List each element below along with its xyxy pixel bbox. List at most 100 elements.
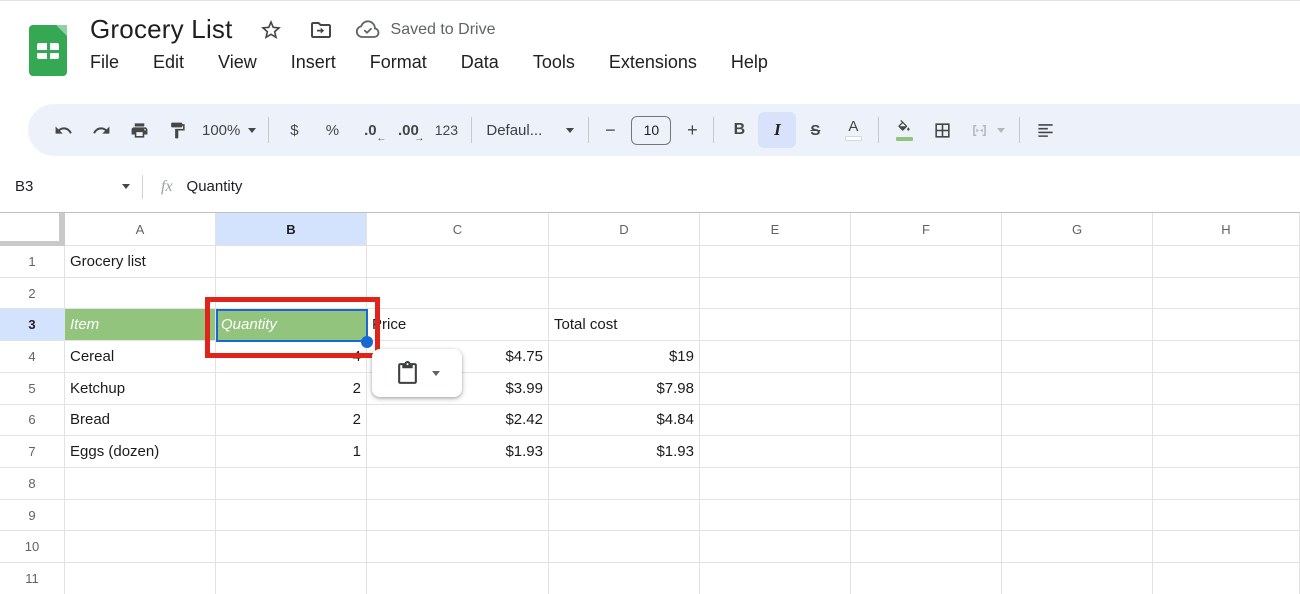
- cell-B2[interactable]: [216, 278, 367, 310]
- cell-E11[interactable]: [700, 563, 851, 594]
- fill-color-button[interactable]: [885, 112, 923, 148]
- strikethrough-button[interactable]: S: [796, 112, 834, 148]
- italic-button[interactable]: I: [758, 112, 796, 148]
- decrease-font-size-button[interactable]: −: [595, 112, 625, 148]
- increase-decimal-places-button[interactable]: .00 →: [389, 112, 427, 148]
- cell-F6[interactable]: [851, 405, 1002, 437]
- cell-D3[interactable]: Total cost: [549, 309, 700, 341]
- font-size-input[interactable]: 10: [631, 116, 671, 145]
- cell-B10[interactable]: [216, 531, 367, 563]
- name-box[interactable]: B3: [0, 178, 140, 195]
- cell-D7[interactable]: $1.93: [549, 436, 700, 468]
- cell-F4[interactable]: [851, 341, 1002, 373]
- cell-A7[interactable]: Eggs (dozen): [65, 436, 216, 468]
- cell-H5[interactable]: [1153, 373, 1300, 405]
- cell-C1[interactable]: [367, 246, 549, 278]
- formula-input[interactable]: Quantity: [187, 178, 1300, 195]
- row-header-10[interactable]: 10: [0, 531, 65, 563]
- cell-D11[interactable]: [549, 563, 700, 594]
- cell-B7[interactable]: 1: [216, 436, 367, 468]
- cell-C6[interactable]: $2.42: [367, 405, 549, 437]
- cell-G11[interactable]: [1002, 563, 1153, 594]
- menu-edit[interactable]: Edit: [140, 49, 197, 76]
- star-icon[interactable]: [259, 18, 283, 42]
- row-header-3[interactable]: 3: [0, 309, 65, 341]
- cell-D1[interactable]: [549, 246, 700, 278]
- cell-B1[interactable]: [216, 246, 367, 278]
- cell-B9[interactable]: [216, 500, 367, 532]
- column-header-E[interactable]: E: [700, 213, 851, 246]
- cell-F11[interactable]: [851, 563, 1002, 594]
- cell-H11[interactable]: [1153, 563, 1300, 594]
- format-percent-button[interactable]: %: [313, 112, 351, 148]
- cell-F3[interactable]: [851, 309, 1002, 341]
- horizontal-align-button[interactable]: [1026, 112, 1064, 148]
- redo-button[interactable]: [82, 112, 120, 148]
- increase-font-size-button[interactable]: +: [677, 112, 707, 148]
- cell-D5[interactable]: $7.98: [549, 373, 700, 405]
- cell-A2[interactable]: [65, 278, 216, 310]
- cell-F1[interactable]: [851, 246, 1002, 278]
- column-header-G[interactable]: G: [1002, 213, 1153, 246]
- column-header-B[interactable]: B: [216, 213, 367, 246]
- undo-button[interactable]: [44, 112, 82, 148]
- row-header-5[interactable]: 5: [0, 373, 65, 405]
- row-header-11[interactable]: 11: [0, 563, 65, 594]
- decrease-decimal-places-button[interactable]: .0 ←: [351, 112, 389, 148]
- fill-handle[interactable]: [361, 336, 373, 348]
- menu-file[interactable]: File: [77, 49, 132, 76]
- cell-B11[interactable]: [216, 563, 367, 594]
- menu-format[interactable]: Format: [357, 49, 440, 76]
- format-currency-button[interactable]: $: [275, 112, 313, 148]
- cell-G3[interactable]: [1002, 309, 1153, 341]
- cell-G2[interactable]: [1002, 278, 1153, 310]
- cell-B3[interactable]: Quantity: [216, 309, 367, 341]
- row-header-2[interactable]: 2: [0, 278, 65, 310]
- cell-G1[interactable]: [1002, 246, 1153, 278]
- zoom-select[interactable]: 100%: [196, 112, 262, 148]
- cell-C7[interactable]: $1.93: [367, 436, 549, 468]
- cell-A3[interactable]: Item: [65, 309, 216, 341]
- row-header-1[interactable]: 1: [0, 246, 65, 278]
- cell-F8[interactable]: [851, 468, 1002, 500]
- cell-E7[interactable]: [700, 436, 851, 468]
- saved-status[interactable]: Saved to Drive: [355, 18, 496, 42]
- paste-button[interactable]: [372, 349, 462, 397]
- cell-F5[interactable]: [851, 373, 1002, 405]
- cell-A8[interactable]: [65, 468, 216, 500]
- cell-B4[interactable]: 4: [216, 341, 367, 373]
- cell-H4[interactable]: [1153, 341, 1300, 373]
- print-button[interactable]: [120, 112, 158, 148]
- cell-H9[interactable]: [1153, 500, 1300, 532]
- cell-G4[interactable]: [1002, 341, 1153, 373]
- cell-G7[interactable]: [1002, 436, 1153, 468]
- cell-F2[interactable]: [851, 278, 1002, 310]
- cell-B5[interactable]: 2: [216, 373, 367, 405]
- cell-A11[interactable]: [65, 563, 216, 594]
- column-header-C[interactable]: C: [367, 213, 549, 246]
- column-header-D[interactable]: D: [549, 213, 700, 246]
- cell-C3[interactable]: Price: [367, 309, 549, 341]
- cell-E9[interactable]: [700, 500, 851, 532]
- cell-E10[interactable]: [700, 531, 851, 563]
- cell-D8[interactable]: [549, 468, 700, 500]
- cell-E6[interactable]: [700, 405, 851, 437]
- cell-D4[interactable]: $19: [549, 341, 700, 373]
- cell-A4[interactable]: Cereal: [65, 341, 216, 373]
- menu-help[interactable]: Help: [718, 49, 781, 76]
- cell-E3[interactable]: [700, 309, 851, 341]
- cell-B6[interactable]: 2: [216, 405, 367, 437]
- cell-C2[interactable]: [367, 278, 549, 310]
- select-all-corner[interactable]: [0, 213, 65, 246]
- row-header-4[interactable]: 4: [0, 341, 65, 373]
- bold-button[interactable]: B: [720, 112, 758, 148]
- cell-H3[interactable]: [1153, 309, 1300, 341]
- cell-H2[interactable]: [1153, 278, 1300, 310]
- cell-C11[interactable]: [367, 563, 549, 594]
- cell-F7[interactable]: [851, 436, 1002, 468]
- cell-C8[interactable]: [367, 468, 549, 500]
- cell-A5[interactable]: Ketchup: [65, 373, 216, 405]
- column-header-F[interactable]: F: [851, 213, 1002, 246]
- menu-extensions[interactable]: Extensions: [596, 49, 710, 76]
- merge-cells-button[interactable]: [961, 112, 1013, 148]
